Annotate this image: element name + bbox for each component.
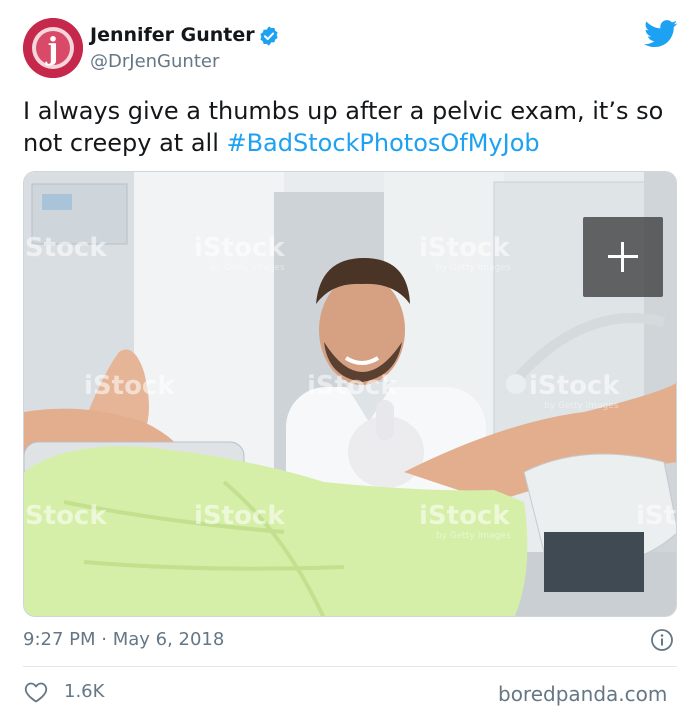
tweet-photo[interactable]: iStock iStock by Getty Images iStock by …	[23, 171, 677, 617]
info-icon[interactable]	[650, 628, 674, 652]
watermark-text: iStock	[419, 233, 510, 263]
watermark-text: iStock	[307, 371, 398, 401]
tweet-timestamp[interactable]: 9:27 PM · May 6, 2018	[23, 628, 224, 652]
author-handle[interactable]: @DrJenGunter	[90, 50, 219, 74]
avatar-image: j	[23, 18, 83, 78]
tweet-card: j Jennifer Gunter @DrJenGunter I always …	[0, 0, 700, 719]
watermark-text: iStock	[84, 371, 175, 401]
tweet-text: I always give a thumbs up after a pelvic…	[23, 95, 683, 159]
watermark-subtext: by Getty Images	[436, 531, 511, 541]
expand-plus-button[interactable]	[583, 217, 663, 297]
watermark-text: iStock	[529, 371, 620, 401]
watermark-text: iStock	[419, 501, 510, 531]
hashtag-link[interactable]: #BadStockPhotosOfMyJob	[226, 129, 539, 157]
doctor-face	[319, 275, 405, 385]
author-name[interactable]: Jennifer Gunter	[90, 22, 255, 48]
heart-icon[interactable]	[24, 681, 48, 703]
divider	[23, 666, 677, 667]
avatar[interactable]: j	[23, 18, 83, 78]
watermark-subtext: by Getty Images	[544, 401, 619, 411]
verified-badge-icon	[260, 26, 278, 46]
like-count[interactable]: 1.6K	[64, 680, 104, 704]
watermark-text: iStock	[24, 233, 107, 263]
twitter-bird-icon[interactable]	[644, 20, 678, 48]
source-watermark: boredpanda.com	[498, 682, 668, 706]
watermark-subtext: by Getty Images	[436, 263, 511, 273]
stock-photo-exam-room: iStock iStock by Getty Images iStock by …	[24, 172, 677, 616]
avatar-letter: j	[45, 32, 59, 67]
watermark-text: iStock	[194, 501, 285, 531]
watermark-text: iStock	[194, 233, 285, 263]
watermark-subtext: by Getty Images	[210, 263, 285, 273]
watermark-text: iStock	[636, 501, 677, 531]
watermark-text: iStock	[24, 501, 107, 531]
